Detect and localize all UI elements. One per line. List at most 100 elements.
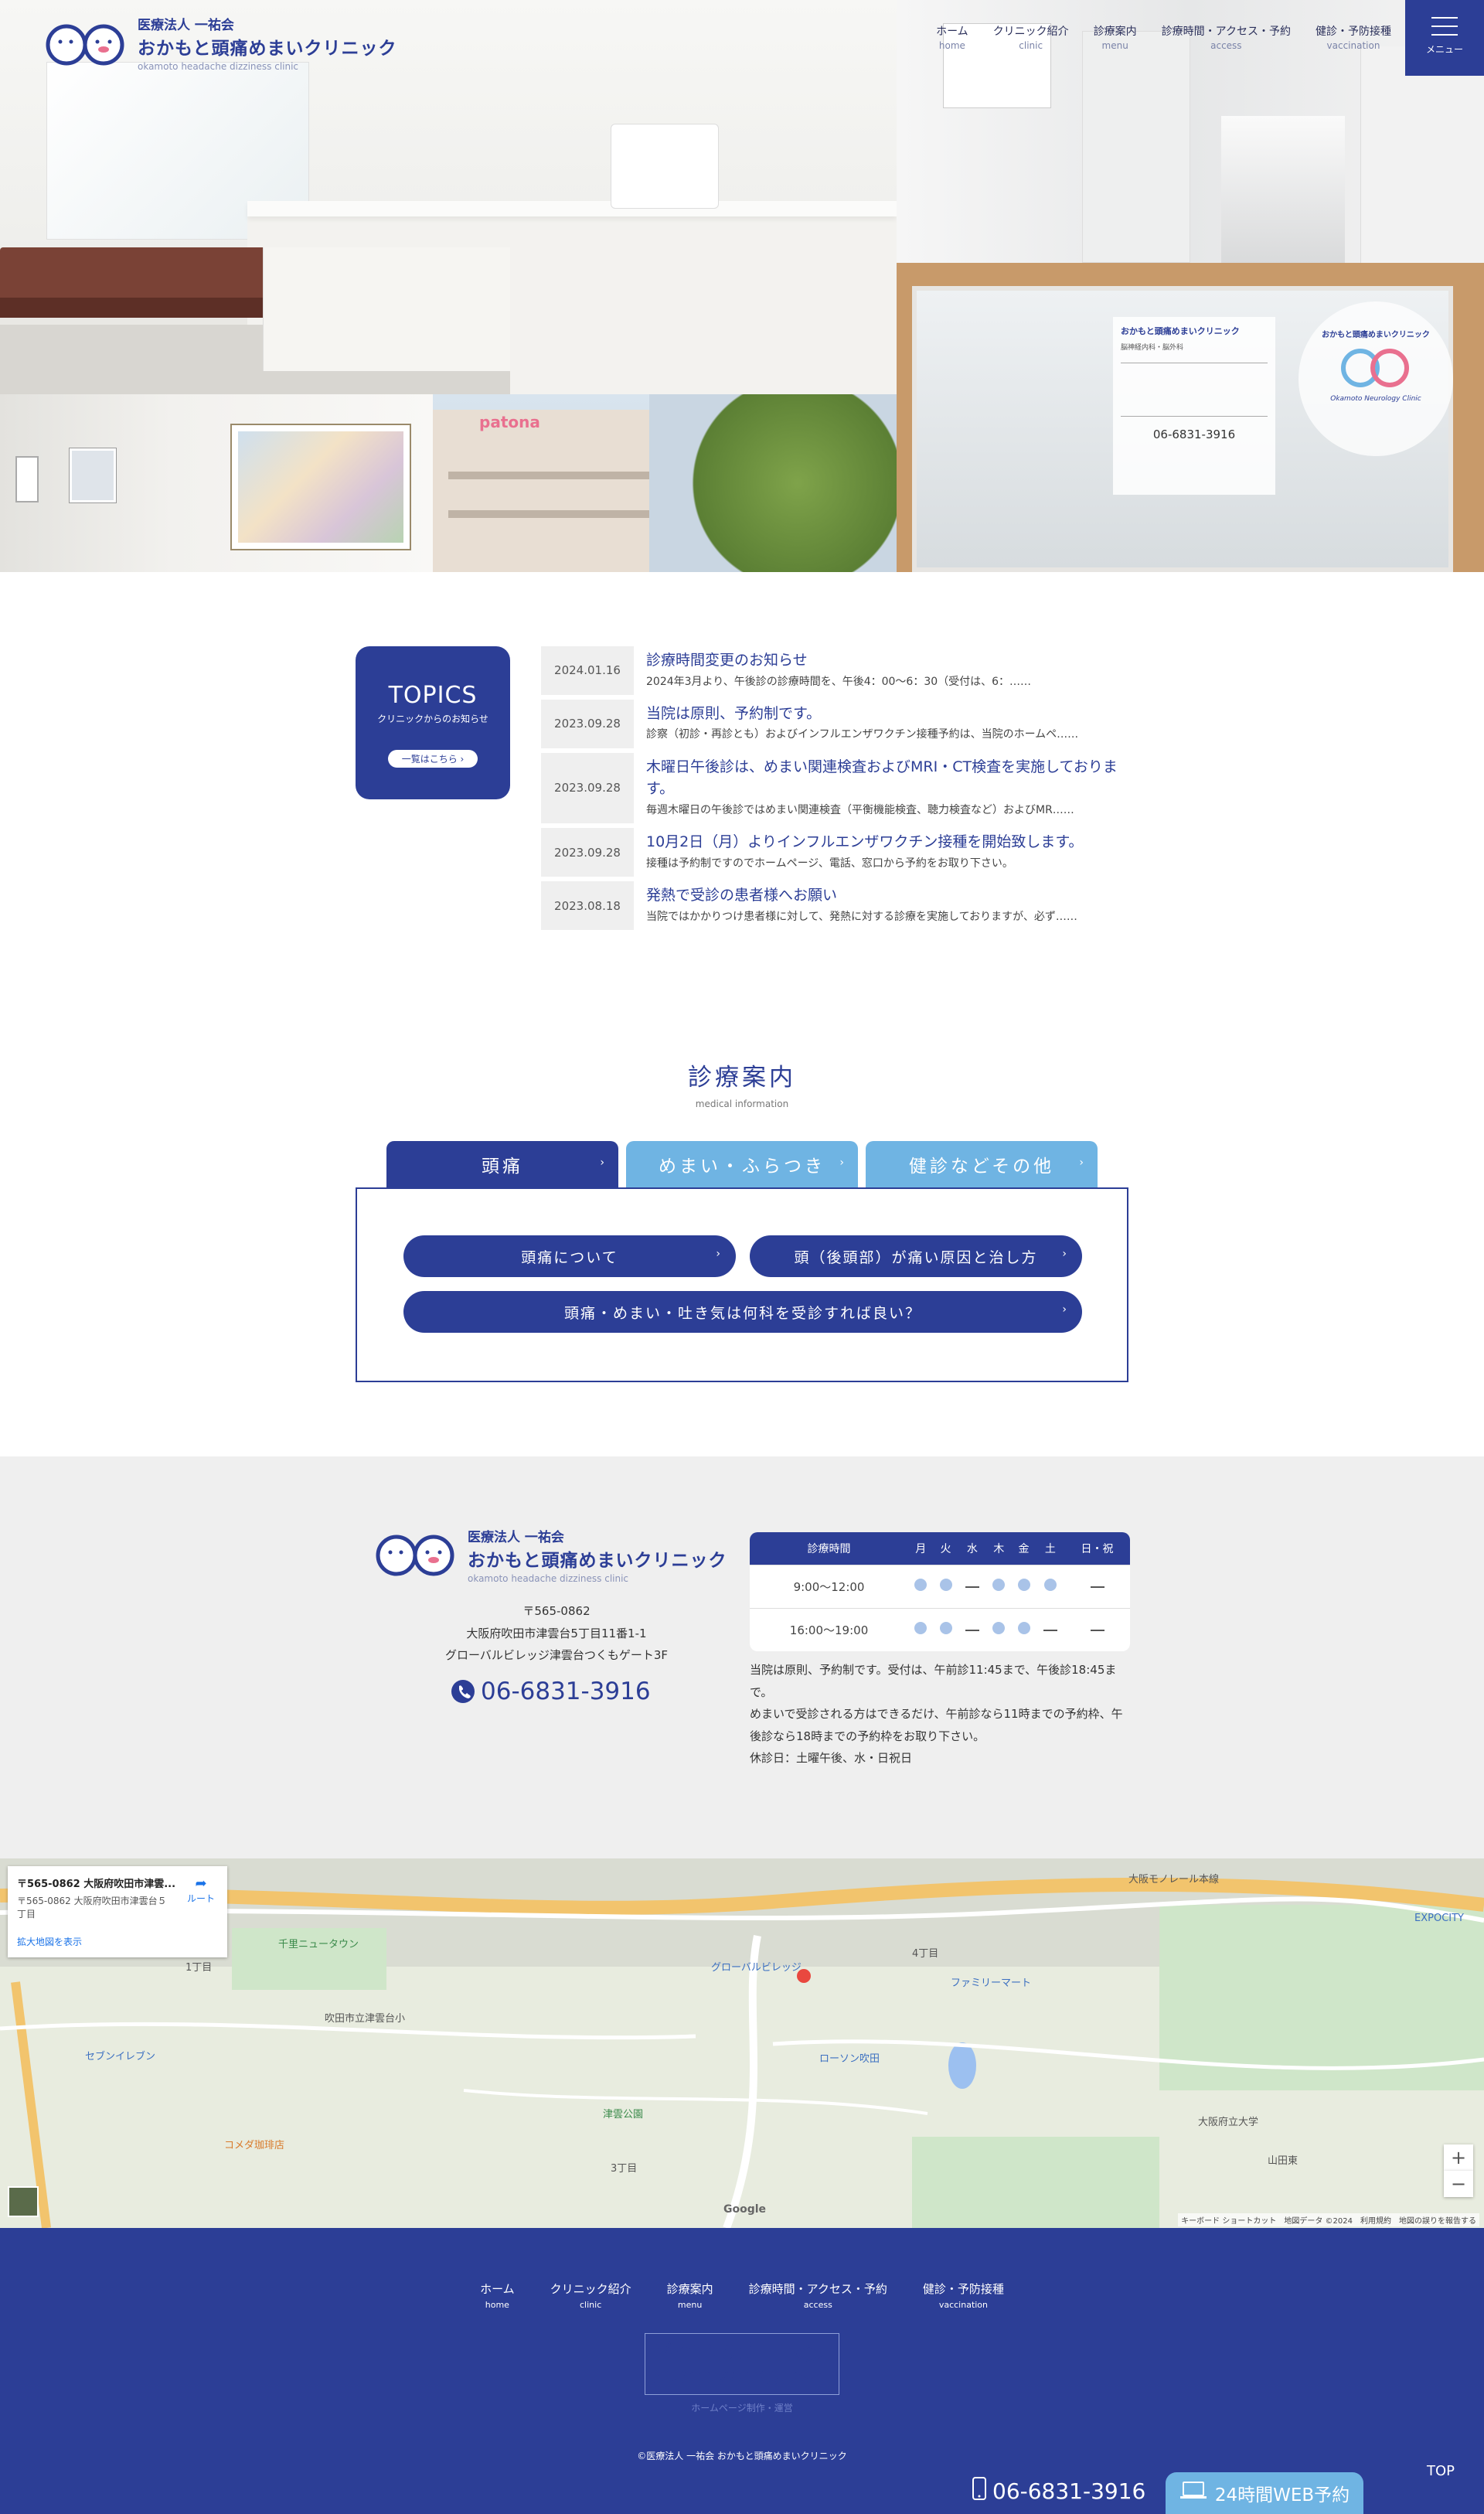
map-label: グローバルビレッジ xyxy=(711,1962,802,1974)
nav-clinic[interactable]: クリニック紹介 clinic xyxy=(993,23,1069,51)
footer-phone-link[interactable]: 06-6831-3916 xyxy=(972,2477,1145,2505)
map-label: 山田東 xyxy=(1268,2155,1298,2167)
photo-building: patona xyxy=(433,394,897,572)
which-department-button[interactable]: 頭痛・めまい・吐き気は何科を受診すれば良い？ › xyxy=(403,1291,1082,1333)
news-title[interactable]: 当院は原則、予約制です。 xyxy=(646,703,1136,725)
map-label: セブンイレブン xyxy=(85,2051,156,2063)
note-line: めまいで受診される方はできるだけ、午前診なら11時までの予約枠、午後診なら18時… xyxy=(750,1707,1123,1743)
open-mark xyxy=(992,1579,1006,1591)
tab-checkup-other[interactable]: 健診などその他 › xyxy=(866,1141,1098,1187)
map-label: 1丁目 xyxy=(186,1962,213,1974)
closed-mark xyxy=(1090,1629,1104,1631)
back-to-top-button[interactable]: TOP xyxy=(1427,2463,1455,2479)
smartphone-icon xyxy=(972,2477,986,2505)
footer-nav-menu[interactable]: 診療案内 menu xyxy=(667,2281,713,2310)
door-sign-sub: 脳神経内科・脳外科 xyxy=(1121,344,1184,352)
schedule-table: 診療時間 月 火 水 木 金 土 日・祝 9:00〜12:00 16:00〜19… xyxy=(750,1532,1130,1651)
news-excerpt: 当院ではかかりつけ患者様に対して、発熱に対する診療を実施しておりますが、必ず…… xyxy=(646,910,1077,923)
site-footer: ホーム home クリニック紹介 clinic 診療案内 menu 診療時間・アクセス… xyxy=(0,2228,1484,2514)
map-zoom-in-button[interactable]: + xyxy=(1444,2144,1473,2171)
schedule-header: 月 xyxy=(908,1532,934,1565)
closed-mark xyxy=(1090,1586,1104,1588)
closed-mark xyxy=(965,1586,979,1588)
news-date: 2023.08.18 xyxy=(541,881,634,930)
window-logo-en: Okamoto Neurology Clinic xyxy=(1330,395,1421,403)
google-map[interactable]: 吹田市立津雲台小 津雲公園 山田東 千里ニュータウン 大阪府立大学 ローソン吹田… xyxy=(0,1858,1484,2228)
door-sign-tel: 06-6831-3916 xyxy=(1152,428,1236,441)
info-clinic-name: おかもと頭痛めまいクリニック xyxy=(468,1551,727,1571)
info-corp-name: 医療法人 一祐会 xyxy=(468,1530,564,1545)
schedule-row: 16:00〜19:00 xyxy=(750,1607,1130,1651)
news-date: 2023.09.28 xyxy=(541,828,634,877)
logo-mark-icon xyxy=(45,20,130,66)
map-route-button[interactable]: ➦ ルート xyxy=(187,1875,215,1905)
hero-collage: おかもと頭痛めまいクリニック 脳神経内科・脳外科 06-6831-3916 おか… xyxy=(0,0,1484,572)
schedule-header: 木 xyxy=(986,1532,1012,1565)
footer-nav-vaccination[interactable]: 健診・予防接種 vaccination xyxy=(923,2281,1004,2310)
open-mark xyxy=(1017,1622,1030,1635)
news-title[interactable]: 10月2日（月）よりインフルエンザワクチン接種を開始致します。 xyxy=(646,831,1136,853)
map-footer: キーボード ショートカット 地図データ ©2024 利用規約 地図の誤りを報告す… xyxy=(1178,2213,1479,2226)
header-clinic-en: okamoto headache dizziness clinic xyxy=(138,61,299,72)
news-title[interactable]: 木曜日午後診は、めまい関連検査およびMRI・CT検査を実施しております。 xyxy=(646,756,1136,800)
open-mark xyxy=(1043,1579,1057,1591)
info-logo: 医療法人 一祐会 おかもと頭痛めまいクリニック okamoto headache… xyxy=(375,1526,727,1584)
info-phone-number: 06-6831-3916 xyxy=(481,1678,651,1705)
topics-title: TOPICS xyxy=(388,682,478,709)
map-card-address: 〒565-0862 大阪府吹田市津雲台５丁目 xyxy=(17,1896,167,1920)
schedule-header: 火 xyxy=(933,1532,958,1565)
schedule-row: 9:00〜12:00 xyxy=(750,1564,1130,1608)
nav-home[interactable]: ホーム home xyxy=(936,23,968,51)
map-enlarge-link[interactable]: 拡大地図を表示 xyxy=(17,1935,82,1948)
map-satellite-thumbnail[interactable] xyxy=(8,2186,39,2217)
news-item[interactable]: 2023.08.18 発熱で受診の患者様へお願い当院ではかかりつけ患者様に対して… xyxy=(541,881,1136,930)
map-zoom-out-button[interactable]: − xyxy=(1444,2171,1473,2197)
news-title[interactable]: 発熱で受診の患者様へお願い xyxy=(646,884,1136,907)
map-label: 大阪府立大学 xyxy=(1198,2117,1259,2128)
web-reservation-button[interactable]: 24時間WEB予約 xyxy=(1166,2472,1363,2514)
news-title[interactable]: 診療時間変更のお知らせ xyxy=(646,649,1136,672)
news-item[interactable]: 2023.09.28 当院は原則、予約制です。 診察（初診・再診とも）およびインフ… xyxy=(541,699,1136,748)
news-item[interactable]: 2023.09.28 木曜日午後診は、めまい関連検査およびMRI・CT検査を実施… xyxy=(541,752,1136,824)
occipital-headache-button[interactable]: 頭（後頭部）が痛い原因と治し方 › xyxy=(750,1235,1082,1277)
footer-nav-home[interactable]: ホーム home xyxy=(480,2281,515,2310)
map-place-card: 〒565-0862 大阪府吹田市津雲... 〒565-0862 大阪府吹田市津雲… xyxy=(8,1866,227,1957)
news-item[interactable]: 2024.01.16 診療時間変更のお知らせ 2024年3月より、午後診の診療時間… xyxy=(541,646,1136,695)
map-label: 津雲公園 xyxy=(603,2109,644,2121)
laptop-icon xyxy=(1179,2481,1207,2505)
address-line-2: グローバルビレッジ津雲台つくもゲート3F xyxy=(444,1648,669,1662)
nav-menu[interactable]: 診療案内 menu xyxy=(1094,23,1137,51)
directions-icon: ➦ xyxy=(195,1875,207,1892)
schedule-header: 金 xyxy=(1011,1532,1036,1565)
tab-dizziness[interactable]: めまい・ふらつき › xyxy=(626,1141,858,1187)
google-logo: Google xyxy=(723,2203,767,2216)
note-line: 休診日：土曜午後、水・日祝日 xyxy=(750,1751,913,1765)
clinic-address: 〒565-0862 大阪府吹田市津雲台5丁目11番1-1 グローバルビレッジ津雲… xyxy=(394,1600,719,1667)
info-clinic-en: okamoto headache dizziness clinic xyxy=(468,1573,629,1584)
news-date: 2024.01.16 xyxy=(541,646,634,695)
copyright: ©医療法人 一祐会 おかもと頭痛めまいクリニック xyxy=(637,2451,847,2461)
nav-access[interactable]: 診療時間・アクセス・予約 access xyxy=(1162,23,1291,51)
schedule-notes: 当院は原則、予約制です。受付は、午前診11:45まで、午後診18:45まで。 め… xyxy=(750,1659,1130,1770)
tab-headache[interactable]: 頭痛 › xyxy=(386,1141,618,1187)
nav-vaccination[interactable]: 健診・予防接種 vaccination xyxy=(1316,23,1391,51)
map-label: 3丁目 xyxy=(611,2163,638,2175)
method-innovation-logo[interactable]: Method Innovation xyxy=(645,2333,839,2395)
footer-nav-clinic[interactable]: クリニック紹介 clinic xyxy=(550,2281,631,2310)
info-phone-link[interactable]: 06-6831-3916 xyxy=(451,1678,651,1705)
topics-more-button[interactable]: 一覧はこちら › xyxy=(387,750,478,768)
closed-mark xyxy=(1043,1629,1057,1631)
chevron-right-icon: › xyxy=(600,1157,608,1169)
map-label: ファミリーマート xyxy=(951,1977,1032,1989)
footer-nav-access[interactable]: 診療時間・アクセス・予約 access xyxy=(749,2281,887,2310)
news-item[interactable]: 2023.09.28 10月2日（月）よりインフルエンザワクチン接種を開始致しま… xyxy=(541,828,1136,877)
header-clinic-name: おかもと頭痛めまいクリニック xyxy=(138,39,397,59)
hamburger-menu-button[interactable]: メニュー xyxy=(1405,0,1484,76)
open-mark xyxy=(1017,1579,1030,1591)
footer-nav: ホーム home クリニック紹介 clinic 診療案内 menu 診療時間・アクセス… xyxy=(0,2281,1484,2310)
map-label: EXPOCITY xyxy=(1414,1913,1464,1924)
header-corp-name: 医療法人 一祐会 xyxy=(138,18,234,33)
chevron-right-icon: › xyxy=(1062,1248,1068,1260)
headache-about-button[interactable]: 頭痛について › xyxy=(403,1235,736,1277)
header-logo[interactable]: 医療法人 一祐会 おかもと頭痛めまいクリニック okamoto headache… xyxy=(45,14,397,72)
